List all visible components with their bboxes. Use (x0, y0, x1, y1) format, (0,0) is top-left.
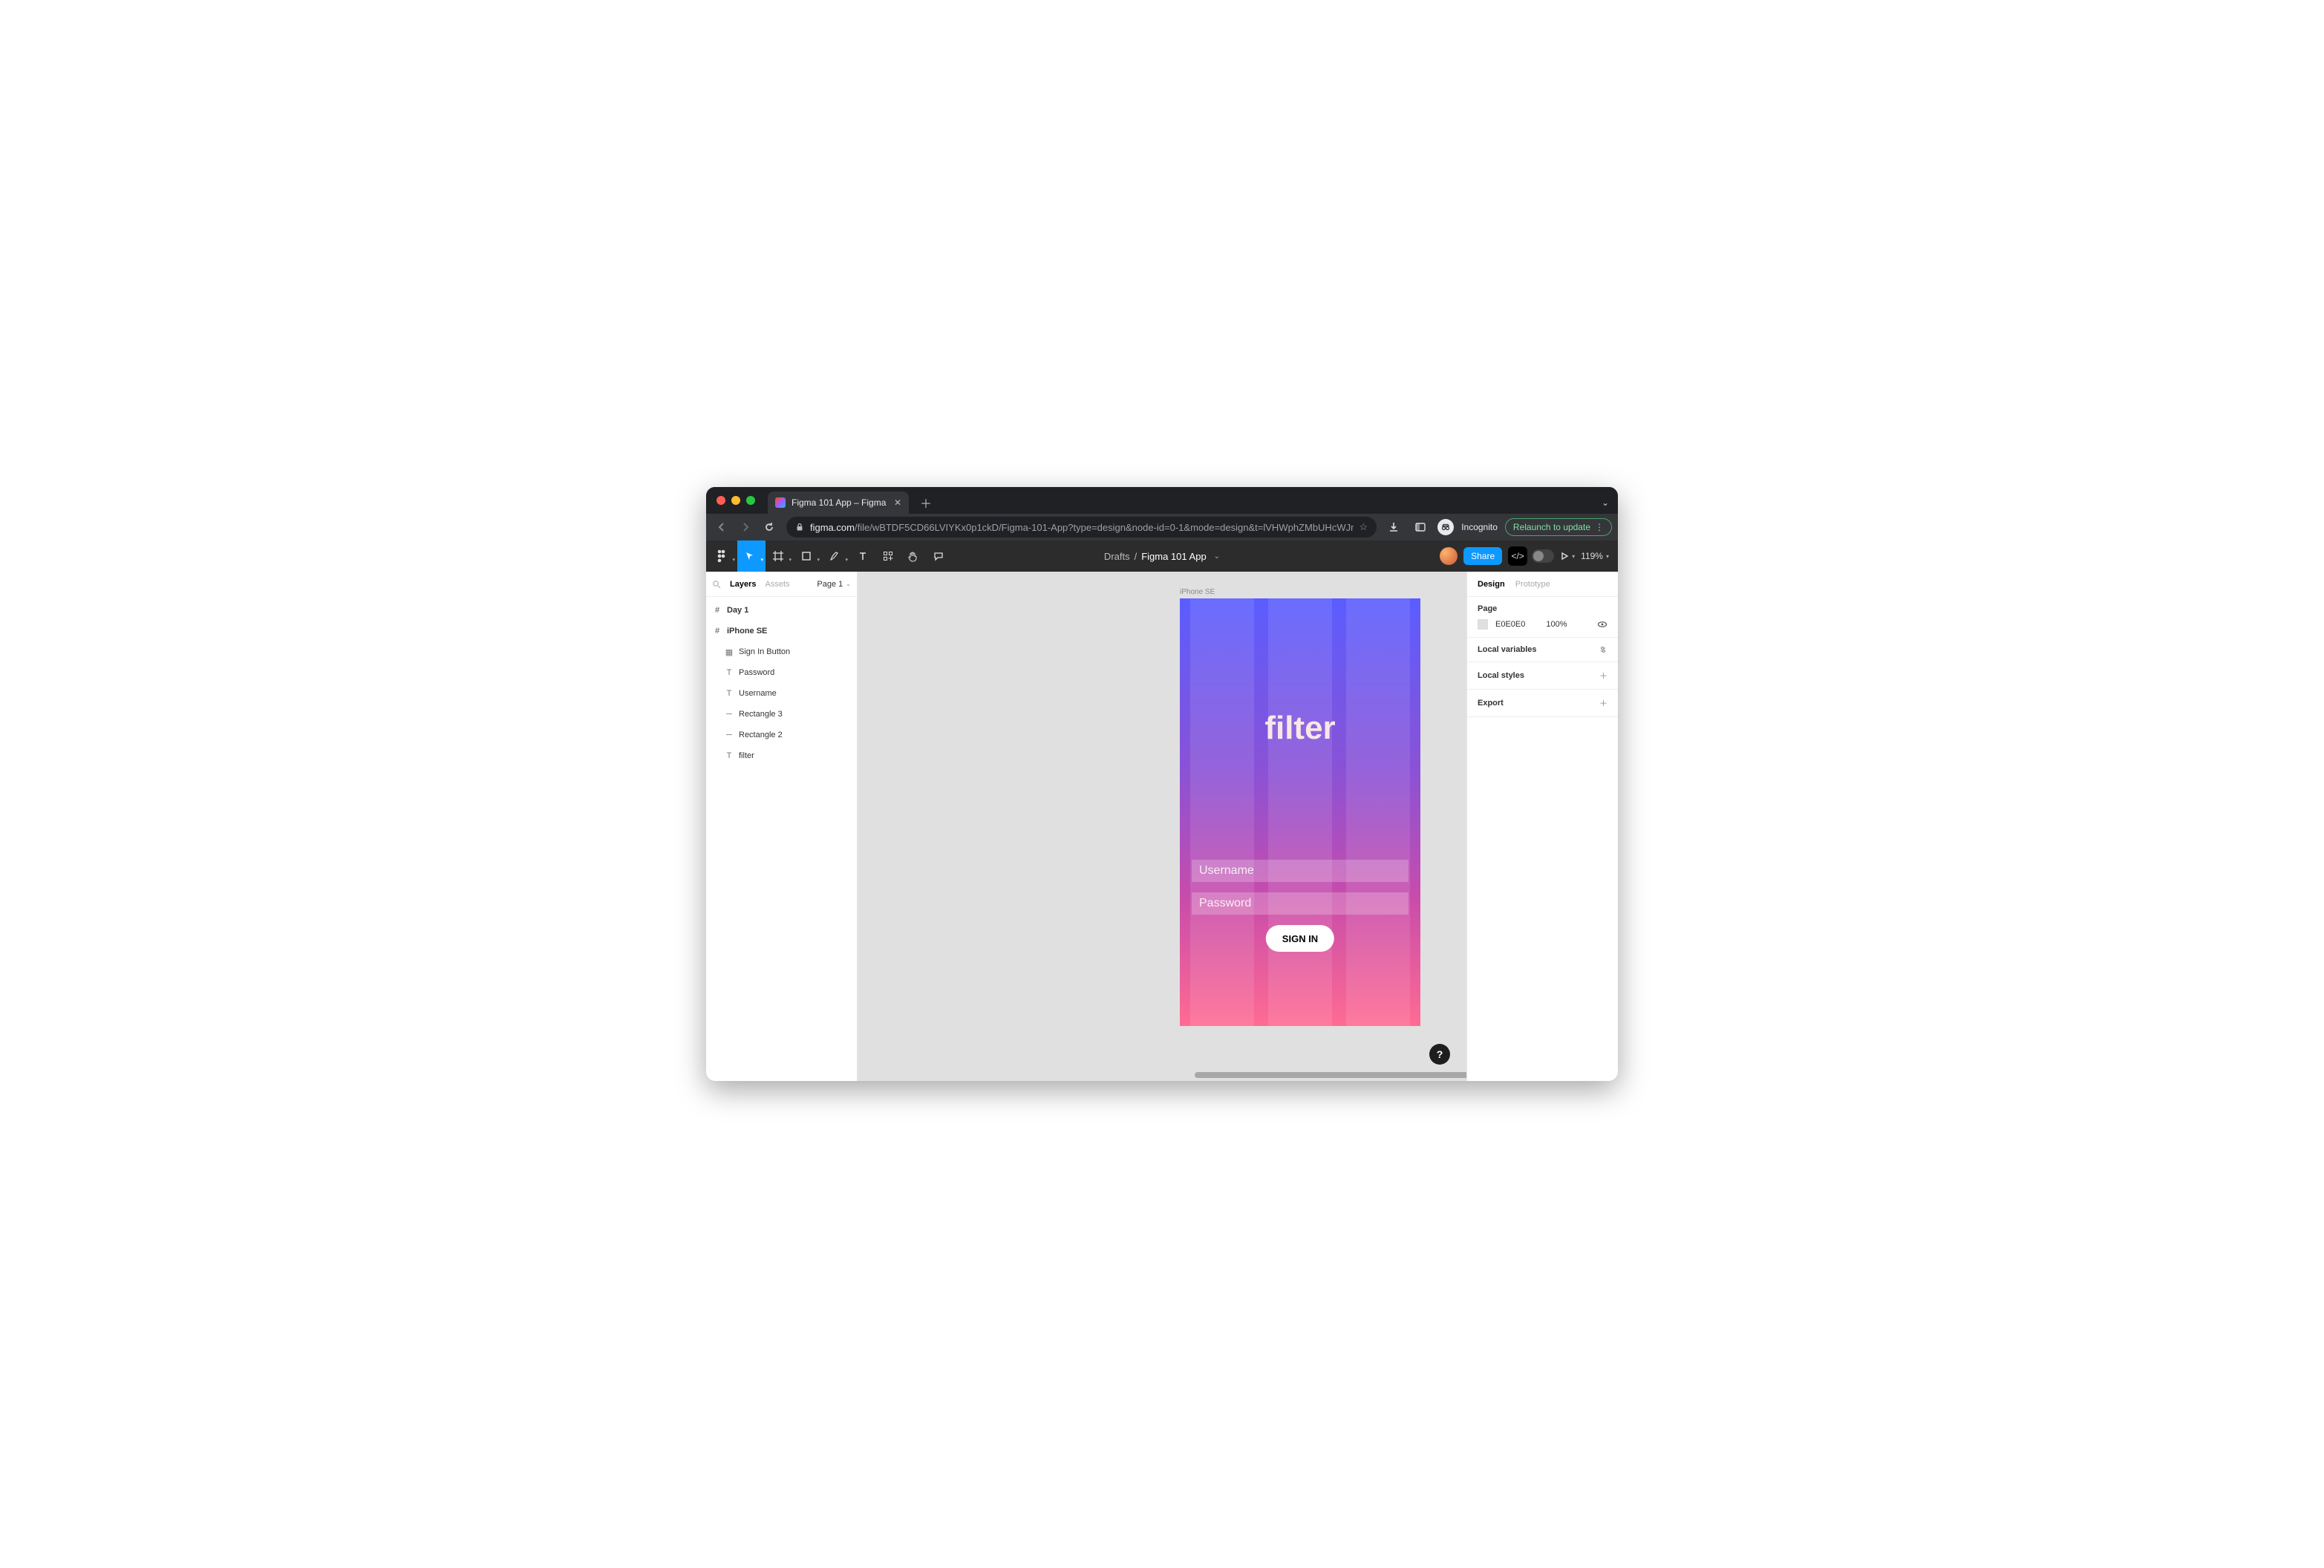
figma-favicon (775, 497, 786, 508)
downloads-button[interactable] (1384, 517, 1403, 537)
panel-toggle-icon[interactable] (1411, 517, 1430, 537)
layer-frame-day1[interactable]: # Day 1 (706, 600, 857, 621)
breadcrumb: Drafts / Figma 101 App ⌄ (1104, 551, 1220, 562)
window-controls (717, 496, 755, 505)
fullscreen-window-button[interactable] (746, 496, 755, 505)
local-variables-section[interactable]: Local variables (1467, 638, 1618, 662)
page-color-hex[interactable]: E0E0E0 (1495, 620, 1525, 629)
line-icon: ─ (724, 710, 734, 719)
artboard-title-text[interactable]: filter (1180, 710, 1420, 747)
incognito-label: Incognito (1461, 522, 1498, 532)
settings-icon[interactable] (1599, 645, 1607, 654)
page-color-swatch[interactable] (1478, 619, 1488, 630)
move-tool[interactable]: ▾ (737, 540, 766, 572)
minimize-window-button[interactable] (731, 496, 740, 505)
relaunch-button[interactable]: Relaunch to update ⋮ (1505, 518, 1612, 536)
comment-tool[interactable] (926, 540, 951, 572)
breadcrumb-root[interactable]: Drafts (1104, 551, 1130, 562)
help-button[interactable]: ? (1429, 1044, 1450, 1065)
text-icon: T (724, 751, 734, 760)
tab-prototype[interactable]: Prototype (1515, 580, 1550, 589)
username-field[interactable]: Username (1192, 860, 1409, 882)
layer-filter-text[interactable]: T filter (706, 745, 857, 766)
page-selector[interactable]: Page 1⌄ (817, 580, 851, 589)
layout-grid (1180, 598, 1420, 1026)
close-tab-button[interactable]: ✕ (894, 497, 901, 508)
back-button[interactable] (712, 517, 731, 537)
dev-mode-switch[interactable] (1532, 549, 1554, 563)
lock-icon (795, 523, 804, 532)
bookmark-star-icon[interactable]: ☆ (1360, 521, 1368, 533)
share-button[interactable]: Share (1463, 547, 1502, 565)
figma-toolbar: ▾ ▾ ▾ ▾ ▾ (706, 540, 1618, 572)
forward-button[interactable] (736, 517, 755, 537)
shape-tool[interactable]: ▾ (794, 540, 822, 572)
relaunch-more-icon[interactable]: ⋮ (1595, 522, 1604, 532)
plus-icon[interactable]: ＋ (1599, 670, 1607, 682)
hand-tool[interactable] (901, 540, 926, 572)
export-section[interactable]: Export ＋ (1467, 690, 1618, 717)
pen-tool[interactable]: ▾ (822, 540, 850, 572)
tab-assets[interactable]: Assets (765, 580, 789, 589)
new-tab-button[interactable]: ＋ (918, 495, 933, 510)
layer-username[interactable]: T Username (706, 683, 857, 704)
layer-frame-iphone-se[interactable]: # iPhone SE (706, 621, 857, 641)
page-section: Page E0E0E0 100% (1467, 597, 1618, 638)
present-button[interactable]: ▾ (1560, 552, 1575, 561)
artboard-label[interactable]: iPhone SE (1180, 588, 1215, 596)
zoom-control[interactable]: 119% ▾ (1581, 551, 1609, 561)
line-icon: ─ (724, 731, 734, 739)
code-icon: </> (1508, 546, 1527, 566)
close-window-button[interactable] (717, 496, 725, 505)
layer-rect2[interactable]: ─ Rectangle 2 (706, 725, 857, 745)
project-name[interactable]: Figma 101 App (1141, 551, 1206, 562)
browser-tab-title: Figma 101 App – Figma (791, 497, 886, 508)
sign-in-button[interactable]: SIGN IN (1266, 925, 1334, 952)
text-icon: T (724, 689, 734, 698)
browser-tab[interactable]: Figma 101 App – Figma ✕ (768, 491, 909, 514)
visibility-icon[interactable] (1597, 619, 1607, 630)
layer-password[interactable]: T Password (706, 662, 857, 683)
titlebar: Figma 101 App – Figma ✕ ＋ ⌄ (706, 487, 1618, 514)
user-avatar[interactable] (1440, 547, 1458, 565)
address-bar: figma.com/file/wBTDF5CD66LVIYKx0p1ckD/Fi… (706, 514, 1618, 540)
layer-tree: # Day 1 # iPhone SE ▦ Sign In Button T P… (706, 597, 857, 769)
artboard-iphone-se[interactable]: filter Username Password SIGN IN (1180, 598, 1420, 1026)
resources-tool[interactable] (875, 540, 901, 572)
tab-list-button[interactable]: ⌄ (1602, 497, 1609, 508)
plus-icon[interactable]: ＋ (1599, 697, 1607, 709)
figma-menu-button[interactable]: ▾ (709, 540, 737, 572)
frame-tool[interactable]: ▾ (766, 540, 794, 572)
workarea: Layers Assets Page 1⌄ # Day 1 # iPhone S… (706, 572, 1618, 1081)
right-panel: Design Prototype Page E0E0E0 100% Local … (1466, 572, 1618, 1081)
chevron-down-icon[interactable]: ⌄ (1214, 552, 1220, 561)
layer-rect3[interactable]: ─ Rectangle 3 (706, 704, 857, 725)
url-input[interactable]: figma.com/file/wBTDF5CD66LVIYKx0p1ckD/Fi… (786, 517, 1377, 538)
horizontal-scrollbar[interactable] (1195, 1072, 1466, 1078)
canvas[interactable]: iPhone SE filter Username Password SIGN … (858, 572, 1466, 1081)
left-panel: Layers Assets Page 1⌄ # Day 1 # iPhone S… (706, 572, 858, 1081)
text-icon: T (724, 668, 734, 677)
search-icon[interactable] (712, 580, 721, 589)
password-field[interactable]: Password (1192, 892, 1409, 915)
page-color-opacity[interactable]: 100% (1546, 620, 1567, 629)
incognito-avatar[interactable] (1437, 519, 1454, 535)
tab-layers[interactable]: Layers (730, 580, 756, 589)
local-styles-section[interactable]: Local styles ＋ (1467, 662, 1618, 690)
frame-icon: # (712, 606, 722, 615)
frame-icon: # (712, 627, 722, 636)
url-text: figma.com/file/wBTDF5CD66LVIYKx0p1ckD/Fi… (810, 522, 1354, 533)
group-icon: ▦ (724, 647, 734, 657)
chevron-down-icon: ⌄ (846, 581, 851, 587)
dev-mode-toggle[interactable]: </> (1508, 546, 1554, 566)
reload-button[interactable] (760, 517, 779, 537)
browser-window: Figma 101 App – Figma ✕ ＋ ⌄ figma.com/fi… (706, 487, 1618, 1081)
tab-design[interactable]: Design (1478, 580, 1505, 589)
layer-signin-button[interactable]: ▦ Sign In Button (706, 641, 857, 662)
text-tool[interactable] (850, 540, 875, 572)
